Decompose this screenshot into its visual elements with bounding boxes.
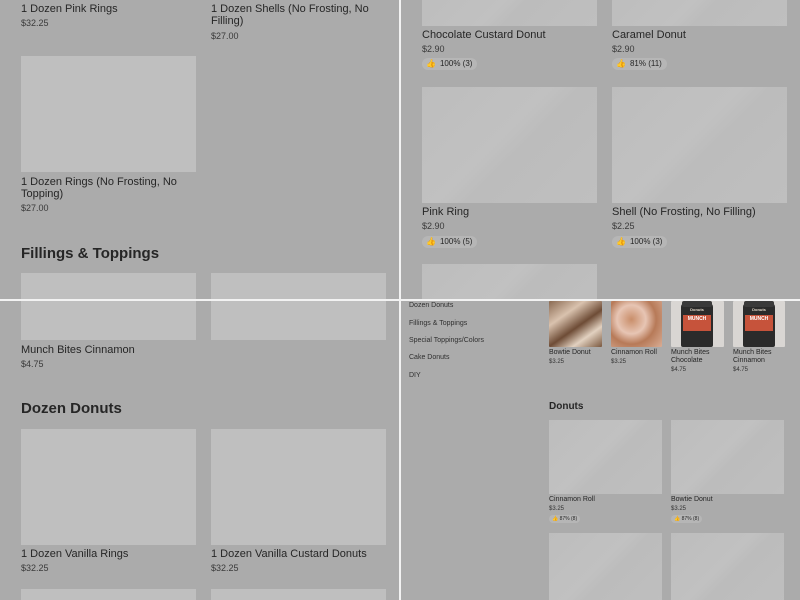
item-name[interactable]: Pink Ring xyxy=(422,206,469,218)
item-price: $27.00 xyxy=(21,203,49,213)
item-name[interactable]: Bowtie Donut xyxy=(549,349,604,357)
item-photo-munch-cinnamon[interactable]: Donuts MUNCH xyxy=(733,301,785,347)
item-name[interactable]: Cinnamon Roll xyxy=(549,496,595,504)
item-price: $3.25 xyxy=(549,506,565,512)
item-price: $3.25 xyxy=(611,359,627,365)
nav-link-fillings[interactable]: Fillings & Toppings xyxy=(409,320,467,327)
item-image[interactable] xyxy=(211,273,386,300)
panel-bottom-right: Dozen Donuts Fillings & Toppings Special… xyxy=(401,301,800,600)
item-image[interactable] xyxy=(21,273,196,300)
rating-badge: 👍 100% (3) xyxy=(612,236,668,248)
item-name[interactable]: Chocolate Custard Donut xyxy=(422,29,546,41)
thumbs-up-icon: 👍 xyxy=(426,237,436,246)
item-image[interactable] xyxy=(549,420,662,494)
item-name[interactable]: 1 Dozen Pink Rings xyxy=(21,3,196,15)
panel-top-right: Chocolate Custard Donut $2.90 👍 100% (3) … xyxy=(401,0,800,300)
item-image[interactable] xyxy=(422,264,597,300)
item-image[interactable] xyxy=(671,420,784,494)
item-image[interactable] xyxy=(422,87,597,203)
item-image[interactable] xyxy=(21,301,196,340)
item-image[interactable] xyxy=(549,533,662,600)
panel-bottom-left: Munch Bites Cinnamon $4.75 Dozen Donuts … xyxy=(0,301,400,600)
item-name[interactable]: Munch Bites Cinnamon xyxy=(21,344,135,356)
item-name[interactable]: Shell (No Frosting, No Filling) xyxy=(612,206,756,218)
item-image[interactable] xyxy=(671,533,784,600)
item-name[interactable]: Munch Bites Chocolate xyxy=(671,349,716,365)
item-price: $2.90 xyxy=(422,221,445,231)
rating-badge: 👍 81% (11) xyxy=(612,58,667,70)
nav-link-diy[interactable]: DIY xyxy=(409,372,421,379)
rating-badge: 👍 100% (3) xyxy=(422,58,478,70)
item-price: $2.25 xyxy=(612,221,635,231)
item-photo-bowtie[interactable] xyxy=(549,301,602,347)
item-price: $3.25 xyxy=(549,359,565,365)
item-name[interactable]: 1 Dozen Shells (No Frosting, No Filling) xyxy=(211,3,386,27)
nav-link-dozen-donuts[interactable]: Dozen Donuts xyxy=(409,302,453,309)
divider-horizontal xyxy=(0,299,800,301)
panel-top-left: 1 Dozen Pink Rings $32.25 1 Dozen Shells… xyxy=(0,0,400,300)
thumbs-up-icon: 👍 xyxy=(552,516,560,522)
nav-link-cake-donuts[interactable]: Cake Donuts xyxy=(409,354,449,361)
item-image[interactable] xyxy=(21,56,196,172)
item-image[interactable] xyxy=(211,589,386,600)
jar-label-text: MUNCH xyxy=(683,315,711,331)
item-image[interactable] xyxy=(612,0,787,26)
item-image[interactable] xyxy=(612,87,787,203)
nav-link-special-toppings[interactable]: Special Toppings/Colors xyxy=(409,337,484,344)
thumbs-up-icon: 👍 xyxy=(426,59,436,68)
thumbs-up-icon: 👍 xyxy=(674,516,682,522)
item-name[interactable]: Munch Bites Cinnamon xyxy=(733,349,778,365)
jar-brand-text: Donuts xyxy=(690,307,704,312)
thumbs-up-icon: 👍 xyxy=(616,237,626,246)
rating-badge: 👍 87% (8) xyxy=(671,515,703,523)
item-image[interactable] xyxy=(211,301,386,340)
item-price: $4.75 xyxy=(671,367,687,373)
item-price: $3.25 xyxy=(671,506,687,512)
item-name[interactable]: 1 Dozen Vanilla Rings xyxy=(21,548,128,560)
item-image[interactable] xyxy=(211,429,386,545)
item-price: $27.00 xyxy=(211,31,239,41)
section-title-dozen: Dozen Donuts xyxy=(21,400,122,417)
rating-badge: 👍 87% (8) xyxy=(549,515,581,523)
item-photo-cinnamon-roll[interactable] xyxy=(611,301,662,347)
item-price: $32.25 xyxy=(211,563,239,573)
item-price: $2.90 xyxy=(612,44,635,54)
item-name[interactable]: Caramel Donut xyxy=(612,29,686,41)
item-price: $2.90 xyxy=(422,44,445,54)
jar-brand-text: Donuts xyxy=(752,307,766,312)
thumbs-up-icon: 👍 xyxy=(616,59,626,68)
jar-label-text: MUNCH xyxy=(745,315,773,331)
section-title-fillings: Fillings & Toppings xyxy=(21,245,160,262)
item-price: $32.25 xyxy=(21,18,49,28)
item-name[interactable]: Cinnamon Roll xyxy=(611,349,666,357)
item-image[interactable] xyxy=(422,0,597,26)
item-price: $4.75 xyxy=(733,367,749,373)
item-price: $32.25 xyxy=(21,563,49,573)
item-photo-munch-chocolate[interactable]: Donuts MUNCH xyxy=(671,301,724,347)
item-price: $4.75 xyxy=(21,359,44,369)
item-image[interactable] xyxy=(21,429,196,545)
item-name[interactable]: Bowtie Donut xyxy=(671,496,713,504)
rating-badge: 👍 100% (5) xyxy=(422,236,478,248)
item-image[interactable] xyxy=(21,589,196,600)
item-name[interactable]: 1 Dozen Rings (No Frosting, No Topping) xyxy=(21,176,196,200)
item-name[interactable]: 1 Dozen Vanilla Custard Donuts xyxy=(211,548,367,560)
section-title-donuts: Donuts xyxy=(549,401,584,412)
